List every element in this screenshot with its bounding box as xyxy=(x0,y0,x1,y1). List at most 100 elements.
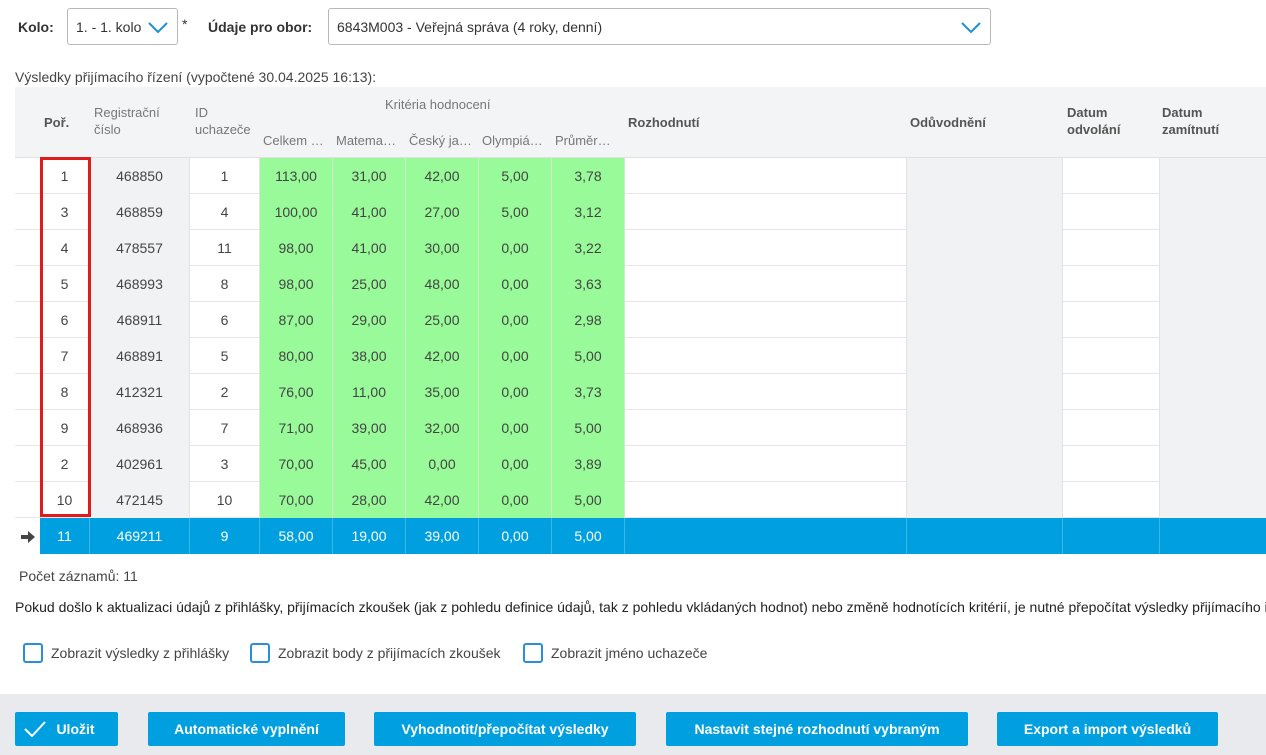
cell-rozhodnuti[interactable] xyxy=(625,158,907,194)
cell-k1[interactable]: 80,00 xyxy=(260,338,333,374)
cell-id[interactable]: 3 xyxy=(190,446,260,482)
cell-por[interactable]: 3 xyxy=(40,194,90,230)
cell-id[interactable]: 7 xyxy=(190,410,260,446)
kolo-select[interactable]: 1. - 1. kolo xyxy=(67,8,178,45)
cell-datum-zamitnuti[interactable] xyxy=(1160,230,1266,266)
header-id-line1[interactable]: ID xyxy=(195,105,208,121)
cell-datum-odvolani[interactable] xyxy=(1063,410,1160,446)
cell-oduvodneni[interactable] xyxy=(907,338,1063,374)
cell-id[interactable]: 11 xyxy=(190,230,260,266)
cell-k1[interactable]: 100,00 xyxy=(260,194,333,230)
cell-por[interactable]: 11 xyxy=(40,518,90,554)
cell-reg[interactable]: 478557 xyxy=(90,230,190,266)
cell-k1[interactable]: 76,00 xyxy=(260,374,333,410)
header-zamitnuti-line2[interactable]: zamítnutí xyxy=(1162,122,1219,138)
header-k1[interactable]: Celkem … xyxy=(263,133,324,149)
obor-select[interactable]: 6843M003 - Veřejná správa (4 roky, denní… xyxy=(328,8,991,45)
cell-reg[interactable]: 402961 xyxy=(90,446,190,482)
evaluate-button[interactable]: Vyhodnotit/přepočítat výsledky xyxy=(374,712,636,746)
cell-id[interactable]: 5 xyxy=(190,338,260,374)
cell-reg[interactable]: 468859 xyxy=(90,194,190,230)
cell-k4[interactable]: 0,00 xyxy=(479,230,552,266)
cell-rozhodnuti[interactable] xyxy=(625,194,907,230)
table-row[interactable]: 8 412321 2 76,00 11,00 35,00 0,00 3,73 xyxy=(15,374,1266,410)
cell-k2[interactable]: 38,00 xyxy=(333,338,406,374)
cell-reg[interactable]: 412321 xyxy=(90,374,190,410)
cell-k3[interactable]: 25,00 xyxy=(406,302,479,338)
cell-k4[interactable]: 5,00 xyxy=(479,194,552,230)
cell-k1[interactable]: 70,00 xyxy=(260,482,333,518)
cell-k4[interactable]: 0,00 xyxy=(479,446,552,482)
header-k4[interactable]: Olympiá… xyxy=(482,133,543,149)
cell-reg[interactable]: 469211 xyxy=(90,518,190,554)
cell-k2[interactable]: 41,00 xyxy=(333,230,406,266)
checkbox-box[interactable] xyxy=(23,643,43,663)
header-reg-line2[interactable]: číslo xyxy=(94,122,121,138)
header-k2[interactable]: Matema… xyxy=(336,133,396,149)
cell-k1[interactable]: 70,00 xyxy=(260,446,333,482)
cell-reg[interactable]: 468936 xyxy=(90,410,190,446)
cell-id[interactable]: 10 xyxy=(190,482,260,518)
cell-rozhodnuti[interactable] xyxy=(625,374,907,410)
cell-k4[interactable]: 0,00 xyxy=(479,482,552,518)
cell-datum-odvolani[interactable] xyxy=(1063,266,1160,302)
cell-k3[interactable]: 27,00 xyxy=(406,194,479,230)
cell-por[interactable]: 6 xyxy=(40,302,90,338)
cell-id[interactable]: 2 xyxy=(190,374,260,410)
cell-rozhodnuti[interactable] xyxy=(625,266,907,302)
cell-datum-zamitnuti[interactable] xyxy=(1160,158,1266,194)
table-row-selected[interactable]: 11 469211 9 58,00 19,00 39,00 0,00 5,00 xyxy=(15,518,1266,554)
cell-k2[interactable]: 28,00 xyxy=(333,482,406,518)
cell-datum-zamitnuti[interactable] xyxy=(1160,482,1266,518)
cell-k5[interactable]: 2,98 xyxy=(552,302,625,338)
header-zamitnuti-line1[interactable]: Datum xyxy=(1162,105,1202,121)
cell-datum-odvolani[interactable] xyxy=(1063,446,1160,482)
cell-datum-zamitnuti[interactable] xyxy=(1160,446,1266,482)
cell-datum-odvolani[interactable] xyxy=(1063,158,1160,194)
cell-por[interactable]: 2 xyxy=(40,446,90,482)
cell-por[interactable]: 4 xyxy=(40,230,90,266)
cell-k4[interactable]: 0,00 xyxy=(479,338,552,374)
cell-k2[interactable]: 39,00 xyxy=(333,410,406,446)
table-row[interactable]: 3 468859 4 100,00 41,00 27,00 5,00 3,12 xyxy=(15,194,1266,230)
header-reg-line1[interactable]: Registrační xyxy=(94,105,160,121)
cell-datum-zamitnuti[interactable] xyxy=(1160,374,1266,410)
cell-k1[interactable]: 71,00 xyxy=(260,410,333,446)
cell-datum-odvolani[interactable] xyxy=(1063,338,1160,374)
cell-oduvodneni[interactable] xyxy=(907,266,1063,302)
cell-k1[interactable]: 113,00 xyxy=(260,158,333,194)
cell-datum-odvolani[interactable] xyxy=(1063,374,1160,410)
same-decision-button[interactable]: Nastavit stejné rozhodnutí vybraným xyxy=(666,712,968,746)
header-id-line2[interactable]: uchazeče xyxy=(195,122,251,138)
cell-k4[interactable]: 0,00 xyxy=(479,518,552,554)
cell-k2[interactable]: 19,00 xyxy=(333,518,406,554)
cell-k2[interactable]: 45,00 xyxy=(333,446,406,482)
table-row[interactable]: 9 468936 7 71,00 39,00 32,00 0,00 5,00 xyxy=(15,410,1266,446)
cell-k5[interactable]: 3,78 xyxy=(552,158,625,194)
cell-k4[interactable]: 0,00 xyxy=(479,266,552,302)
cell-k1[interactable]: 98,00 xyxy=(260,230,333,266)
cell-k5[interactable]: 3,22 xyxy=(552,230,625,266)
cell-k3[interactable]: 35,00 xyxy=(406,374,479,410)
cell-id[interactable]: 8 xyxy=(190,266,260,302)
cell-k3[interactable]: 42,00 xyxy=(406,482,479,518)
save-button[interactable]: Uložit xyxy=(15,712,118,746)
cell-datum-odvolani[interactable] xyxy=(1063,194,1160,230)
cell-rozhodnuti[interactable] xyxy=(625,482,907,518)
cell-k2[interactable]: 31,00 xyxy=(333,158,406,194)
table-row[interactable]: 7 468891 5 80,00 38,00 42,00 0,00 5,00 xyxy=(15,338,1266,374)
cell-k1[interactable]: 58,00 xyxy=(260,518,333,554)
cell-id[interactable]: 6 xyxy=(190,302,260,338)
cell-k5[interactable]: 3,73 xyxy=(552,374,625,410)
header-rozhodnuti[interactable]: Rozhodnutí xyxy=(628,115,699,131)
export-import-button[interactable]: Export a import výsledků xyxy=(997,712,1218,746)
cell-k2[interactable]: 41,00 xyxy=(333,194,406,230)
cell-id[interactable]: 9 xyxy=(190,518,260,554)
cell-k5[interactable]: 5,00 xyxy=(552,338,625,374)
cell-id[interactable]: 4 xyxy=(190,194,260,230)
table-row[interactable]: 5 468993 8 98,00 25,00 48,00 0,00 3,63 xyxy=(15,266,1266,302)
cell-k3[interactable]: 0,00 xyxy=(406,446,479,482)
cell-rozhodnuti[interactable] xyxy=(625,410,907,446)
cell-datum-odvolani[interactable] xyxy=(1063,518,1160,554)
cell-por[interactable]: 10 xyxy=(40,482,90,518)
